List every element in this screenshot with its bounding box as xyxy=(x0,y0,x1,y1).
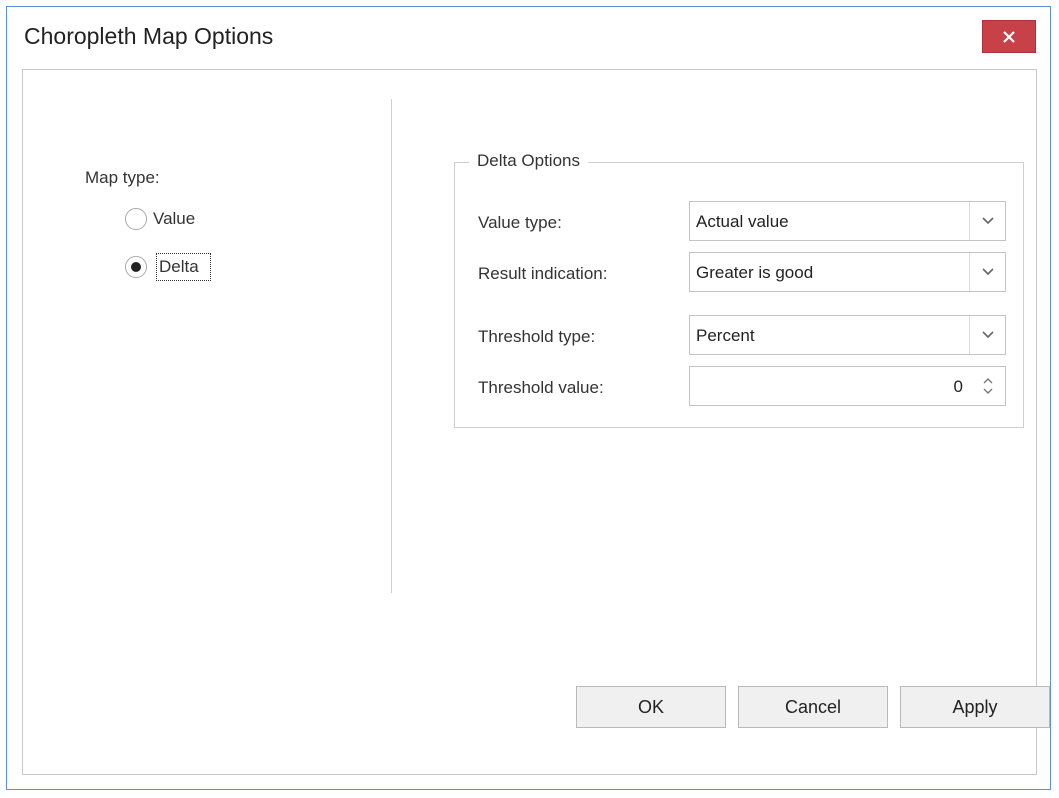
spin-up-icon[interactable] xyxy=(983,377,993,384)
ok-button[interactable]: OK xyxy=(576,686,726,728)
value-type-value: Actual value xyxy=(696,212,789,231)
result-indication-combo[interactable]: Greater is good xyxy=(689,252,1006,292)
title-bar[interactable]: Choropleth Map Options xyxy=(7,7,1050,69)
dialog-title: Choropleth Map Options xyxy=(24,23,274,49)
map-type-label: Map type: xyxy=(85,168,160,187)
value-type-combo[interactable]: Actual value xyxy=(689,201,1006,241)
chevron-down-icon xyxy=(981,331,994,339)
threshold-value-spin-buttons[interactable] xyxy=(970,367,1005,405)
vertical-separator xyxy=(391,99,392,593)
close-icon xyxy=(1003,30,1015,43)
spin-down-icon[interactable] xyxy=(983,388,993,395)
threshold-value-spinner[interactable]: 0 xyxy=(689,366,1006,406)
value-radio-label[interactable]: Value xyxy=(153,209,195,229)
result-indication-label: Result indication: xyxy=(478,264,608,283)
delta-options-group: Delta Options Value type: Actual value R… xyxy=(454,151,1024,428)
delta-options-title: Delta Options xyxy=(469,151,588,171)
value-radio[interactable] xyxy=(125,208,147,230)
apply-button[interactable]: Apply xyxy=(900,686,1050,728)
cancel-button[interactable]: Cancel xyxy=(738,686,888,728)
result-indication-dropdown-button[interactable] xyxy=(969,253,1005,291)
threshold-type-label: Threshold type: xyxy=(478,327,596,346)
threshold-type-dropdown-button[interactable] xyxy=(969,316,1005,354)
threshold-type-combo[interactable]: Percent xyxy=(689,315,1006,355)
threshold-type-value: Percent xyxy=(696,326,755,345)
chevron-down-icon xyxy=(981,217,994,225)
result-indication-value: Greater is good xyxy=(696,263,814,282)
close-button[interactable] xyxy=(982,20,1036,53)
choropleth-map-options-dialog: Choropleth Map Options Map type: Value D… xyxy=(6,6,1051,790)
chevron-down-icon xyxy=(981,268,994,276)
value-type-dropdown-button[interactable] xyxy=(969,202,1005,240)
radio-selected-dot xyxy=(131,262,141,272)
value-type-label: Value type: xyxy=(478,213,562,232)
delta-radio[interactable] xyxy=(125,256,147,278)
threshold-value-value: 0 xyxy=(953,377,963,396)
delta-radio-label[interactable]: Delta xyxy=(159,257,199,277)
threshold-value-label: Threshold value: xyxy=(478,378,604,397)
dialog-content: Map type: Value Delta Delta Options Valu… xyxy=(22,69,1050,775)
